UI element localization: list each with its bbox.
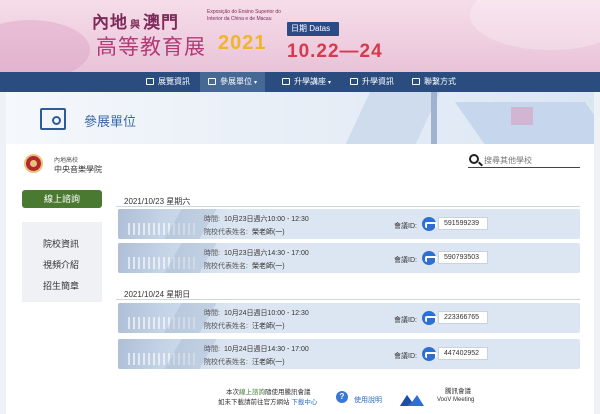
page-title: 參展單位 (84, 114, 137, 129)
event-logo-main: 高等教育展 (96, 35, 206, 59)
session-card: 時間: 10月24日週日14:30 - 17:00 院校代表姓名: 汪老師(一) 會… (118, 339, 580, 369)
rep-label: 院校代表姓名: (204, 323, 248, 330)
meeting-id[interactable]: 447402952 (438, 347, 488, 360)
tencent-meeting-icon[interactable] (422, 251, 437, 265)
event-logo-subtitle: Exposição do Ensino Superior do Interior… (207, 9, 281, 22)
time-label: 時間: (204, 216, 220, 223)
meeting-id[interactable]: 223366765 (438, 311, 488, 324)
rep-name: 汪老師(一) (251, 323, 285, 330)
meeting-id-label: 會議ID: (394, 317, 417, 324)
session-time: 10月23日週六10:00 - 12:30 (223, 216, 309, 223)
footer-note: 本次線上諮詢隨使用騰訊會議 (226, 389, 311, 396)
time-label: 時間: (204, 250, 220, 257)
date-range: 10.22—24 (287, 41, 383, 62)
day-divider (116, 299, 580, 300)
nav-lectures[interactable]: 升學講座 ▾ (282, 72, 331, 92)
help-icon[interactable]: ? (336, 391, 348, 403)
calendar-icon (146, 78, 154, 85)
nav-contact[interactable]: 聯繫方式 (412, 72, 456, 92)
info-icon (350, 78, 358, 85)
event-banner: 內地與澳門 Exposição do Ensino Superior do In… (0, 0, 600, 72)
sidebar-item-admission[interactable]: 招生簡章 (43, 279, 79, 292)
rep-label: 院校代表姓名: (204, 263, 248, 270)
school-type: 內地高校 (54, 158, 79, 164)
date-label: 日期 Datas (287, 22, 339, 36)
session-time: 10月24日週日14:30 - 17:00 (223, 346, 309, 353)
rep-label: 院校代表姓名: (204, 229, 248, 236)
contact-icon (412, 78, 420, 85)
nav-exhibitors[interactable]: 參展單位 ▾ (200, 72, 266, 92)
search-icon[interactable] (469, 154, 479, 164)
voov-title: 騰訊會議 (445, 388, 471, 395)
meeting-id-label: 會議ID: (394, 257, 417, 264)
session-card: 時間: 10月23日週六14:30 - 17:00 院校代表姓名: 榮老師(一) 會… (118, 243, 580, 273)
time-label: 時間: (204, 346, 220, 353)
voov-meeting-logo-icon (400, 395, 424, 406)
download-center-link[interactable]: 下載中心 (291, 399, 317, 406)
meeting-id-label: 會議ID: (394, 353, 417, 360)
main-navbar: 展覽資訊 參展單位 ▾ 升學講座 ▾ 升學資訊 聯繫方式 (0, 72, 600, 92)
school-search (468, 154, 580, 168)
event-logo-year: 2021 (218, 32, 267, 54)
rep-name: 汪老師(一) (251, 359, 285, 366)
day-divider (116, 206, 580, 207)
nav-study-info[interactable]: 升學資訊 (350, 72, 394, 92)
session-card: 時間: 10月24日週日10:00 - 12:30 院校代表姓名: 汪老師(一) 會… (118, 303, 580, 333)
school-name: 中央音樂學院 (54, 165, 102, 174)
rep-name: 榮老師(一) (251, 263, 285, 270)
meeting-id-label: 會議ID: (394, 223, 417, 230)
footer-download-note: 如未下載請前往官方網站 下載中心 (218, 399, 318, 406)
tencent-meeting-icon[interactable] (422, 311, 437, 325)
time-label: 時間: (204, 310, 220, 317)
rep-label: 院校代表姓名: (204, 359, 248, 366)
session-time: 10月24日週日10:00 - 12:30 (223, 310, 309, 317)
tencent-meeting-icon[interactable] (422, 217, 437, 231)
event-logo-title: 內地與澳門 (92, 13, 179, 33)
voov-name: VooV Meeting (437, 397, 475, 403)
online-consult-link[interactable]: 線上諮詢 (239, 389, 265, 396)
school-logo (24, 154, 43, 173)
meeting-id[interactable]: 591599239 (438, 217, 488, 230)
online-consult-button[interactable]: 線上諮詢 (22, 190, 102, 208)
session-card: 時間: 10月23日週六10:00 - 12:30 院校代表姓名: 榮老師(一) 會… (118, 209, 580, 239)
sidebar-item-video[interactable]: 視頻介紹 (43, 258, 79, 271)
chevron-down-icon: ▾ (328, 80, 332, 86)
help-link[interactable]: 使用說明 (354, 395, 382, 405)
nav-exhibition-info[interactable]: 展覽資訊 (146, 72, 190, 92)
exhibitor-search-icon (40, 108, 66, 130)
chevron-down-icon: ▾ (254, 80, 258, 86)
session-time: 10月23日週六14:30 - 17:00 (223, 250, 309, 257)
tencent-meeting-icon[interactable] (422, 347, 437, 361)
search-input[interactable] (484, 154, 578, 166)
meeting-id[interactable]: 590793503 (438, 251, 488, 264)
lecture-icon (282, 78, 290, 85)
sidebar-item-school-info[interactable]: 院校資訊 (43, 237, 79, 250)
building-icon (208, 78, 216, 85)
rep-name: 榮老師(一) (251, 229, 285, 236)
